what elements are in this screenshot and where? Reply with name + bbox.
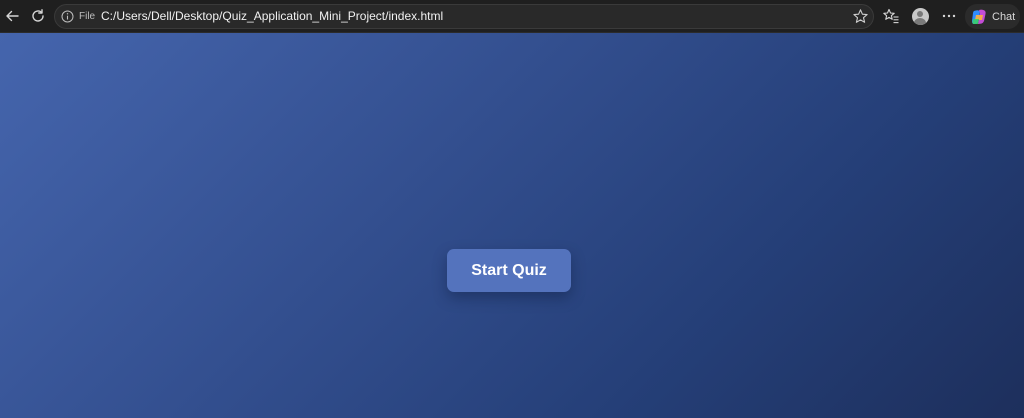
more-button[interactable] [937, 4, 961, 28]
copilot-chat-button[interactable]: Chat [965, 4, 1020, 29]
chat-label: Chat [992, 10, 1016, 23]
address-bar[interactable]: File C:/Users/Dell/Desktop/Quiz_Applicat… [54, 4, 874, 29]
favorites-list-icon [883, 8, 899, 24]
profile-avatar-icon [911, 7, 929, 25]
browser-toolbar: File C:/Users/Dell/Desktop/Quiz_Applicat… [0, 0, 1024, 33]
copilot-icon [972, 9, 986, 24]
favorites-button[interactable] [879, 4, 903, 28]
url-text[interactable]: C:/Users/Dell/Desktop/Quiz_Application_M… [101, 9, 443, 24]
back-button[interactable] [0, 4, 24, 28]
star-icon[interactable] [852, 8, 869, 25]
quiz-page: Start Quiz [0, 33, 1024, 418]
reload-icon [32, 9, 44, 22]
profile-button[interactable] [908, 4, 932, 28]
info-icon[interactable] [61, 10, 74, 23]
browser-window: File C:/Users/Dell/Desktop/Quiz_Applicat… [0, 0, 1024, 418]
reload-button[interactable] [26, 4, 50, 28]
scheme-label: File [79, 11, 96, 22]
back-arrow-icon [6, 10, 19, 22]
start-quiz-button[interactable]: Start Quiz [447, 249, 571, 292]
more-dots-icon [942, 14, 956, 18]
